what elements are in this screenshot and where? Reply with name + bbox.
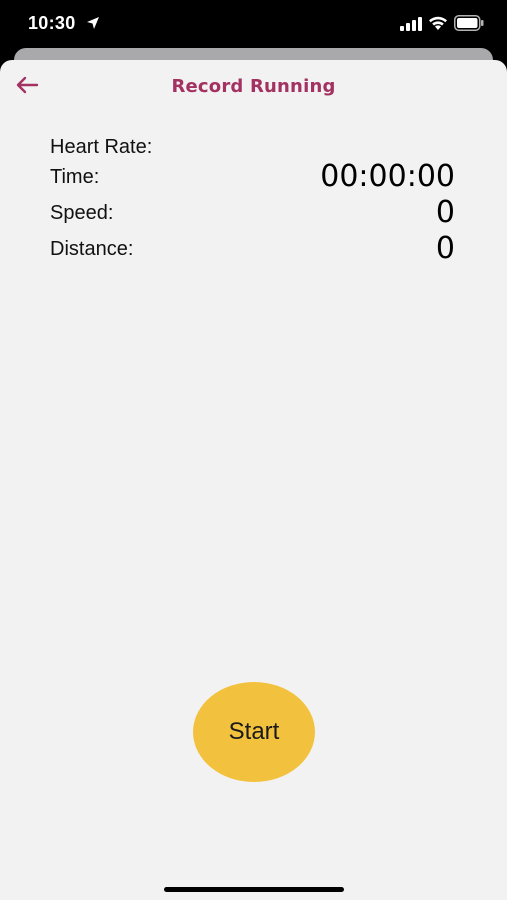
home-indicator[interactable] [164, 887, 344, 892]
cellular-signal-icon [400, 17, 422, 31]
status-bar: 10:30 [0, 0, 507, 48]
speed-value: 0 [435, 195, 455, 230]
navigation-bar: Record Running [0, 60, 507, 116]
heart-rate-label: Heart Rate: [50, 136, 153, 158]
distance-label: Distance: [50, 238, 134, 260]
app-screen: 10:30 Record Running Heart Rate: Time: 0… [0, 0, 507, 900]
page-title: Record Running [171, 76, 336, 97]
distance-value: 0 [435, 231, 455, 266]
time-value: 00:00:00 [320, 159, 455, 194]
start-button[interactable]: Start [193, 682, 315, 782]
record-running-sheet: Record Running Heart Rate: Time: 00:00:0… [0, 60, 507, 900]
battery-icon [454, 15, 484, 31]
wifi-icon [428, 15, 448, 31]
status-time: 10:30 [28, 13, 76, 33]
time-label: Time: [50, 166, 100, 188]
speed-label: Speed: [50, 202, 114, 224]
location-arrow-icon [86, 16, 100, 30]
